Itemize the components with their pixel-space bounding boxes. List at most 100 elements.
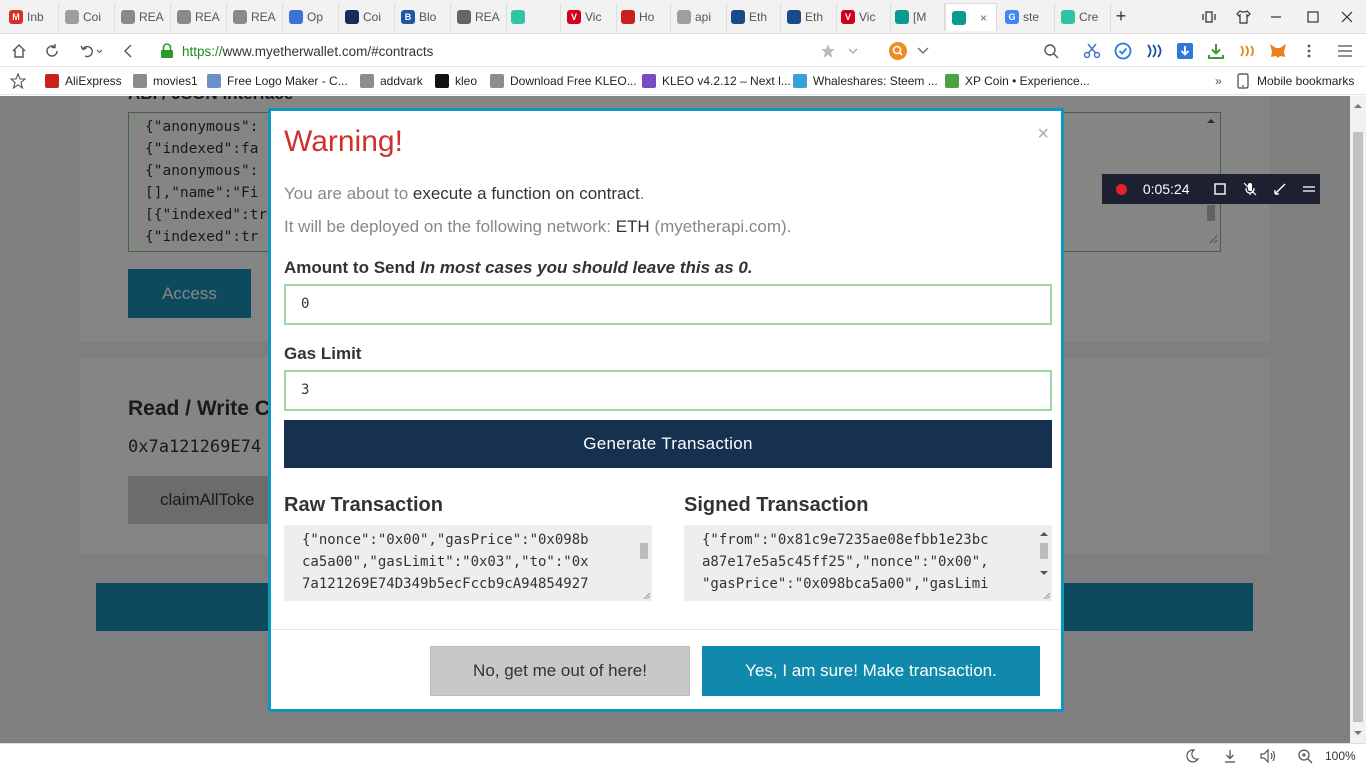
tab-favicon-icon: V xyxy=(567,10,581,24)
address-bar[interactable]: https://www.myetherwallet.com/#contracts xyxy=(160,38,870,64)
browser-tab[interactable]: V Vic xyxy=(835,3,891,31)
volume-icon[interactable] xyxy=(1257,745,1279,767)
minimize-icon[interactable] xyxy=(1265,6,1287,28)
browser-tab[interactable]: M Inb xyxy=(3,3,59,31)
confirm-transaction-button[interactable]: Yes, I am sure! Make transaction. xyxy=(702,646,1040,696)
bookmark-item[interactable]: Free Logo Maker - C... xyxy=(207,72,348,90)
bookmarks-star-icon[interactable] xyxy=(7,70,29,92)
night-mode-icon[interactable] xyxy=(1181,745,1203,767)
wave-extension-icon[interactable] xyxy=(1236,40,1258,62)
undo-history-icon[interactable] xyxy=(76,40,106,62)
browser-tab[interactable]: Eth xyxy=(725,3,781,31)
tab-label: Cre xyxy=(1079,10,1099,24)
raw-line: ca5a00","gasLimit":"0x03","to":"0x xyxy=(302,554,589,570)
mute-microphone-icon[interactable] xyxy=(1239,178,1261,200)
menu-icon[interactable] xyxy=(1334,40,1356,62)
tab-close-icon[interactable]: × xyxy=(980,11,987,25)
search-engine-icon[interactable] xyxy=(887,40,909,62)
page-scrollbar-thumb[interactable] xyxy=(1353,132,1363,722)
bookmark-item[interactable]: movies1 xyxy=(133,72,198,90)
raw-tx-scrollbar[interactable] xyxy=(638,529,651,600)
browser-tab[interactable]: Ho xyxy=(615,3,671,31)
bookmark-item[interactable]: addvark xyxy=(360,72,423,90)
reload-icon[interactable] xyxy=(41,40,63,62)
downloads-status-icon[interactable] xyxy=(1219,745,1241,767)
tab-favicon-icon xyxy=(511,10,525,24)
amount-input[interactable]: 0 xyxy=(284,284,1052,325)
browser-tab[interactable]: V Vic xyxy=(561,3,617,31)
browser-nav-bar: https://www.myetherwallet.com/#contracts xyxy=(0,34,1366,67)
browser-tab[interactable]: B Blo xyxy=(395,3,451,31)
amount-hint: In most cases you should leave this as 0… xyxy=(420,258,753,277)
tab-label: api xyxy=(695,10,712,24)
maximize-icon[interactable] xyxy=(1302,6,1324,28)
browser-tab[interactable]: Coi xyxy=(339,3,395,31)
zoom-icon[interactable] xyxy=(1294,745,1316,767)
scissors-icon[interactable] xyxy=(1081,40,1103,62)
mobile-phone-icon xyxy=(1237,73,1249,89)
signed-line: {"from":"0x81c9e7235ae08efbb1e23bc xyxy=(702,532,989,548)
browser-tab[interactable]: REA xyxy=(115,3,171,31)
page-scrollbar[interactable] xyxy=(1350,96,1366,743)
bookmarks-more-button[interactable]: » xyxy=(1215,72,1222,90)
browser-tab[interactable]: Coi xyxy=(59,3,115,31)
network-name: ETH xyxy=(615,217,650,236)
browser-tab[interactable]: [M xyxy=(889,3,945,31)
star-dropdown-icon[interactable] xyxy=(842,40,864,62)
bookmark-label: Free Logo Maker - C... xyxy=(227,74,348,88)
search-engine-dropdown-icon[interactable] xyxy=(912,40,934,62)
more-options-icon[interactable] xyxy=(1298,40,1320,62)
close-window-icon[interactable] xyxy=(1336,6,1358,28)
browser-tab[interactable]: api xyxy=(671,3,727,31)
cancel-button[interactable]: No, get me out of here! xyxy=(430,646,690,696)
metamask-fox-icon[interactable] xyxy=(1267,40,1289,62)
browser-tab[interactable]: Op xyxy=(283,3,339,31)
browser-tab[interactable]: REA xyxy=(227,3,283,31)
check-circle-extension-icon[interactable] xyxy=(1112,40,1134,62)
bookmark-item[interactable]: Download Free KLEO... xyxy=(490,72,637,90)
bookmark-label: movies1 xyxy=(153,74,198,88)
browser-tab[interactable]: REA xyxy=(451,3,507,31)
home-icon[interactable] xyxy=(8,40,30,62)
browser-status-bar: 100% xyxy=(0,743,1366,768)
browser-tab[interactable] xyxy=(505,3,561,31)
signed-transaction-textarea[interactable]: {"from":"0x81c9e7235ae08efbb1e23bc a87e1… xyxy=(684,525,1052,601)
browser-tab[interactable]: Eth xyxy=(781,3,837,31)
bookmark-favicon-icon xyxy=(207,74,221,88)
bookmark-item[interactable]: KLEO v4.2.12 – Next l... xyxy=(642,72,791,90)
raw-transaction-textarea[interactable]: {"nonce":"0x00","gasPrice":"0x098b ca5a0… xyxy=(284,525,652,601)
amount-label: Amount to Send In most cases you should … xyxy=(284,258,753,278)
bookmark-item[interactable]: XP Coin • Experience... xyxy=(945,72,1090,90)
browser-tab[interactable]: Cre xyxy=(1055,3,1111,31)
tab-list-icon[interactable] xyxy=(1198,6,1220,28)
mobile-bookmarks[interactable]: Mobile bookmarks xyxy=(1237,72,1354,90)
shirt-skin-icon[interactable] xyxy=(1232,6,1254,28)
tab-favicon-icon: M xyxy=(9,10,23,24)
signed-tx-scrollbar[interactable] xyxy=(1038,529,1051,600)
browser-tab[interactable]: Gste xyxy=(999,3,1055,31)
back-icon[interactable] xyxy=(117,40,139,62)
bookmark-star-icon[interactable] xyxy=(817,40,839,62)
tab-favicon-icon xyxy=(457,10,471,24)
browser-tab[interactable]: REA xyxy=(171,3,227,31)
close-icon[interactable]: × xyxy=(1037,123,1049,146)
steem-extension-icon[interactable] xyxy=(1143,40,1165,62)
draw-pen-icon[interactable] xyxy=(1269,178,1291,200)
bookmark-item[interactable]: Whaleshares: Steem ... xyxy=(793,72,938,90)
generate-transaction-button[interactable]: Generate Transaction xyxy=(284,420,1052,468)
modal-line-function: You are about to execute a function on c… xyxy=(284,184,644,204)
bookmark-favicon-icon xyxy=(642,74,656,88)
tab-label: Blo xyxy=(419,10,437,24)
stop-recording-icon[interactable] xyxy=(1210,178,1232,200)
new-tab-button[interactable]: + xyxy=(1110,5,1132,27)
bookmark-label: addvark xyxy=(380,74,423,88)
download-icon[interactable] xyxy=(1174,40,1196,62)
bookmark-item[interactable]: AliExpress xyxy=(45,72,122,90)
green-download-extension-icon[interactable] xyxy=(1205,40,1227,62)
search-icon[interactable] xyxy=(1040,40,1062,62)
zoom-level[interactable]: 100% xyxy=(1325,749,1356,763)
browser-tab[interactable]: × xyxy=(945,3,997,31)
gas-limit-input[interactable]: 3 xyxy=(284,370,1052,411)
recorder-minimize-icon[interactable] xyxy=(1298,178,1320,200)
bookmark-item[interactable]: kleo xyxy=(435,72,477,90)
